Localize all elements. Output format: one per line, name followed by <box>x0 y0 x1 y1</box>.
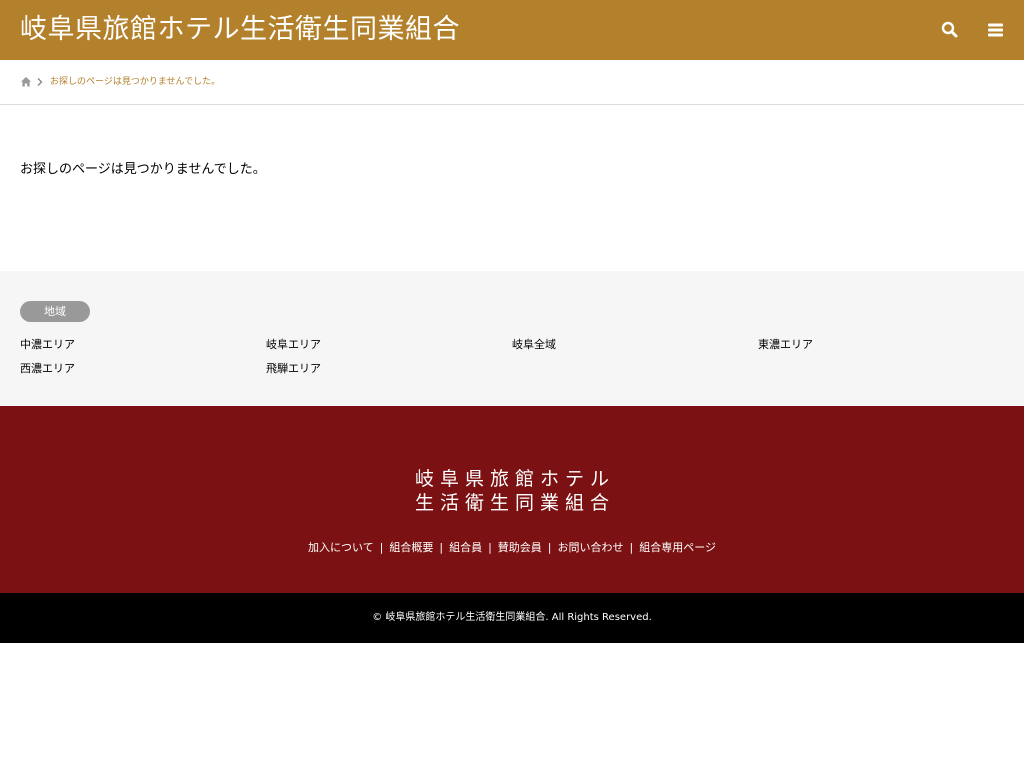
footer-nav-separator: | <box>629 541 634 554</box>
footer-link-supporting-members[interactable]: 賛助会員 <box>498 541 542 554</box>
footer-logo[interactable]: 岐阜県旅館ホテル 生活衛生同業組合 <box>0 467 1024 515</box>
footer-nav-separator: | <box>488 541 492 554</box>
category-link-chuno[interactable]: 中濃エリア <box>20 338 75 352</box>
breadcrumb: お探しのページは見つかりませんでした。 <box>0 60 1024 105</box>
site-footer: 岐阜県旅館ホテル 生活衛生同業組合 加入について | 組合概要 | 組合員 | 賛助会員 | お… <box>0 406 1024 593</box>
footer-link-join[interactable]: 加入について <box>308 541 374 554</box>
footer-nav-separator: | <box>547 541 552 554</box>
widget-title: 地域 <box>20 301 90 322</box>
footer-link-contact[interactable]: お問い合わせ <box>558 541 624 554</box>
home-icon[interactable] <box>20 76 32 88</box>
breadcrumb-current: お探しのページは見つかりませんでした。 <box>50 77 221 87</box>
footer-nav: 加入について | 組合概要 | 組合員 | 賛助会員 | お問い合わせ | 組合専用ページ <box>0 541 1024 555</box>
chevron-right-icon <box>37 78 43 86</box>
copyright-text: © 岐阜県旅館ホテル生活衛生同業組合. All Rights Reserved. <box>372 612 652 623</box>
footer-link-members[interactable]: 組合員 <box>449 541 482 554</box>
copyright-bar: © 岐阜県旅館ホテル生活衛生同業組合. All Rights Reserved. <box>0 593 1024 643</box>
search-button[interactable] <box>938 18 962 42</box>
footer-logo-line1: 岐阜県旅館ホテル <box>414 468 615 490</box>
footer-nav-separator: | <box>439 541 444 554</box>
category-link-seino[interactable]: 西濃エリア <box>20 362 75 376</box>
footer-link-members-only[interactable]: 組合専用ページ <box>639 541 716 554</box>
site-header: 岐阜県旅館ホテル生活衛生同業組合 <box>0 0 1024 60</box>
not-found-message: お探しのページは見つかりませんでした。 <box>20 162 266 177</box>
search-icon <box>941 21 958 38</box>
category-link-hida[interactable]: 飛騨エリア <box>266 362 321 376</box>
footer-nav-separator: | <box>379 541 384 554</box>
category-link-gifu[interactable]: 岐阜エリア <box>266 338 321 352</box>
menu-button[interactable] <box>984 18 1008 42</box>
category-widget: 地域 中濃エリア 岐阜エリア 岐阜全域 東濃エリア 西濃エリア 飛騨エリア <box>0 271 1024 406</box>
site-title[interactable]: 岐阜県旅館ホテル生活衛生同業組合 <box>20 13 460 47</box>
category-link-tono[interactable]: 東濃エリア <box>758 338 813 352</box>
category-link-gifu-all[interactable]: 岐阜全域 <box>512 338 556 352</box>
footer-link-overview[interactable]: 組合概要 <box>389 541 433 554</box>
footer-logo-line2: 生活衛生同業組合 <box>414 492 615 514</box>
menu-icon <box>988 23 1003 37</box>
